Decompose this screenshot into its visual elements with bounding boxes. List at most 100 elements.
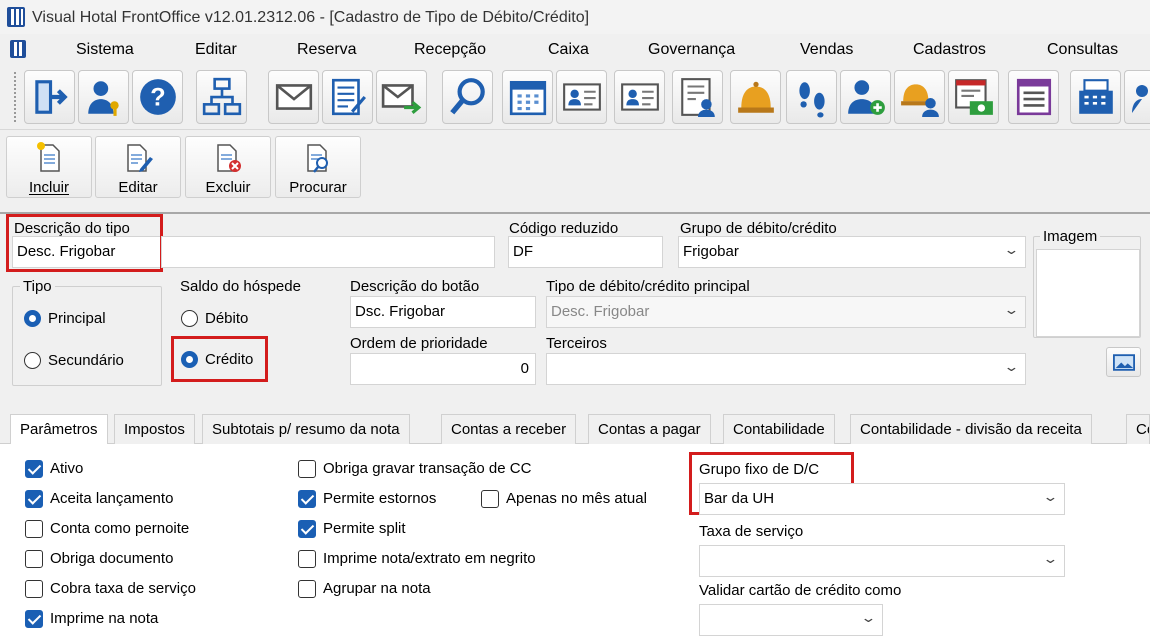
more-icon[interactable] [1124, 70, 1150, 124]
botao-label: Descrição do botão [350, 278, 480, 295]
menu-editar[interactable]: Editar [195, 41, 237, 59]
tab-parametros[interactable]: Parâmetros [10, 414, 108, 445]
form-header: Descrição do tipo Desc. Frigobar Código … [0, 212, 1150, 426]
descricao-input[interactable]: Desc. Frigobar [12, 236, 160, 268]
ativo-checkbox[interactable] [25, 460, 43, 478]
imprime-nota-label: Imprime na nota [50, 610, 159, 627]
saldo-label: Saldo do hóspede [180, 278, 301, 295]
menu-consultas[interactable]: Consultas [1047, 41, 1118, 59]
terceiros-select[interactable]: ⌄ [546, 353, 1026, 385]
aceita-lancamento-checkbox[interactable] [25, 490, 43, 508]
validar-cartao-label: Validar cartão de crédito como [699, 582, 902, 599]
taxa-servico-label: Taxa de serviço [699, 523, 804, 540]
help-icon[interactable]: ? [132, 70, 183, 124]
incluir-button[interactable]: Incluir [6, 136, 92, 198]
obriga-documento-checkbox[interactable] [25, 550, 43, 568]
app-menu-icon[interactable] [10, 40, 26, 58]
conta-pernoite-checkbox[interactable] [25, 520, 43, 538]
list-icon[interactable] [1008, 70, 1059, 124]
obriga-gravar-label: Obriga gravar transação de CC [323, 460, 532, 477]
toolbar-grip[interactable] [14, 72, 19, 122]
cash-register-icon[interactable] [1070, 70, 1121, 124]
incluir-label: Incluir [28, 179, 69, 196]
taxa-servico-select[interactable]: ⌄ [699, 545, 1065, 577]
chevron-down-icon: ⌄ [1042, 551, 1059, 566]
obriga-gravar-checkbox[interactable] [298, 460, 316, 478]
mail-icon[interactable] [268, 70, 319, 124]
saldo-debito-radio[interactable] [181, 310, 198, 327]
codigo-label: Código reduzido [509, 220, 619, 237]
guest-card-icon[interactable] [556, 70, 607, 124]
botao-input[interactable]: Dsc. Frigobar [350, 296, 536, 328]
validar-cartao-select[interactable]: ⌄ [699, 604, 883, 636]
imagem-label: Imagem [1040, 228, 1101, 245]
menu-sistema[interactable]: Sistema [76, 41, 134, 59]
aceita-lancamento-label: Aceita lançamento [50, 490, 174, 507]
agrupar-nota-checkbox[interactable] [298, 580, 316, 598]
saldo-credito-label: Crédito [205, 351, 254, 368]
tab-subtotais[interactable]: Subtotais p/ resumo da nota [202, 414, 410, 444]
imagem-preview[interactable] [1036, 249, 1140, 337]
bell-icon[interactable] [730, 70, 781, 124]
permite-estornos-label: Permite estornos [323, 490, 437, 507]
report-users-icon[interactable] [672, 70, 723, 124]
permite-split-label: Permite split [323, 520, 406, 537]
guest-card-alt-icon[interactable] [614, 70, 665, 124]
descricao-label: Descrição do tipo [14, 220, 130, 237]
picture-icon [1113, 354, 1135, 371]
excluir-button[interactable]: Excluir [185, 136, 271, 198]
prioridade-input[interactable]: 0 [350, 353, 536, 385]
send-mail-icon[interactable] [376, 70, 427, 124]
editar-button[interactable]: Editar [95, 136, 181, 198]
tab-contas-receber[interactable]: Contas a receber [441, 414, 577, 444]
menu-recepcao[interactable]: Recepção [414, 41, 486, 59]
codigo-input[interactable]: DF [508, 236, 663, 268]
search-icon[interactable] [442, 70, 493, 124]
saldo-credito-radio[interactable] [181, 351, 198, 368]
tipo-principal-dc-select[interactable]: Desc. Frigobar ⌄ [546, 296, 1026, 328]
chevron-down-icon: ⌄ [860, 610, 877, 625]
tab-impostos[interactable]: Impostos [114, 414, 195, 444]
user-key-icon[interactable] [78, 70, 129, 124]
tab-contabilidade-divisao[interactable]: Contabilidade - divisão da receita [850, 414, 1092, 444]
image-picker-button[interactable] [1106, 347, 1141, 377]
calendar-icon[interactable] [502, 70, 553, 124]
grupo-fixo-select[interactable]: Bar da UH ⌄ [699, 483, 1065, 515]
menu-caixa[interactable]: Caixa [548, 41, 589, 59]
tab-contas-pagar[interactable]: Contas a pagar [588, 414, 711, 444]
tipo-secundario-radio[interactable] [24, 352, 41, 369]
cash-report-icon[interactable] [948, 70, 999, 124]
saldo-debito-label: Débito [205, 310, 249, 327]
permite-estornos-checkbox[interactable] [298, 490, 316, 508]
menu-reserva[interactable]: Reserva [297, 41, 357, 59]
tab-contabilidade[interactable]: Contabilidade [723, 414, 835, 444]
flowchart-icon[interactable] [196, 70, 247, 124]
delete-document-icon [217, 144, 241, 172]
ativo-label: Ativo [50, 460, 84, 477]
checklist-icon[interactable] [322, 70, 373, 124]
svg-text:?: ? [150, 83, 165, 111]
tab-more[interactable]: Co [1126, 414, 1150, 444]
tipo-principal-dc-label: Tipo de débito/crédito principal [546, 278, 750, 295]
tipo-principal-radio[interactable] [24, 310, 41, 327]
menu-vendas[interactable]: Vendas [800, 41, 853, 59]
imprime-negrito-checkbox[interactable] [298, 550, 316, 568]
apenas-mes-checkbox[interactable] [481, 490, 499, 508]
menu-cadastros[interactable]: Cadastros [913, 41, 986, 59]
add-user-icon[interactable] [840, 70, 891, 124]
tipo-group [12, 286, 162, 386]
cobra-taxa-checkbox[interactable] [25, 580, 43, 598]
new-document-icon [37, 142, 60, 172]
window-title: Visual Hotal FrontOffice v12.01.2312.06 … [32, 9, 590, 26]
app-icon [7, 7, 25, 27]
imprime-nota-checkbox[interactable] [25, 610, 43, 628]
bell-users-icon[interactable] [894, 70, 945, 124]
exit-icon[interactable] [24, 70, 75, 124]
footsteps-icon[interactable] [786, 70, 837, 124]
find-document-icon [307, 144, 328, 173]
permite-split-checkbox[interactable] [298, 520, 316, 538]
procurar-button[interactable]: Procurar [275, 136, 361, 198]
grupo-select[interactable]: Frigobar ⌄ [678, 236, 1026, 268]
parametros-panel: Ativo Aceita lançamento Conta como perno… [0, 444, 1150, 637]
menu-governanca[interactable]: Governança [648, 41, 735, 59]
